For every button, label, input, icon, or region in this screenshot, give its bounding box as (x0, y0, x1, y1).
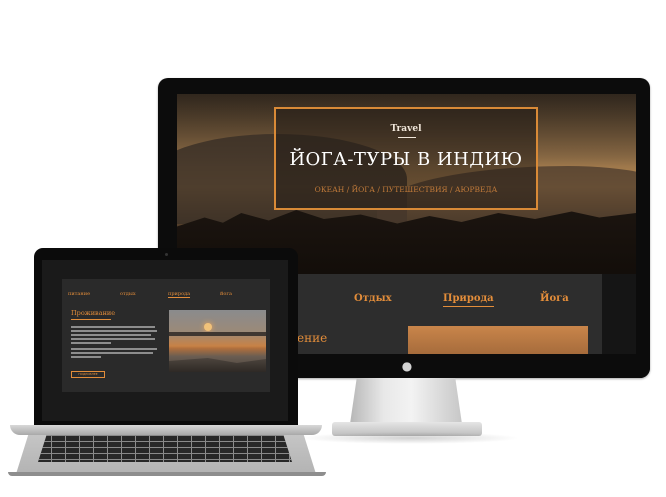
kicker-underline (398, 137, 416, 138)
laptop-front-edge (8, 472, 326, 476)
laptop-content-panel: питание отдых природа йога Проживание ПО… (62, 279, 270, 392)
nav-item-nature[interactable]: Природа (443, 293, 494, 307)
imac-shadow (300, 432, 520, 444)
camera-icon (165, 253, 168, 256)
nav-item-yoga[interactable]: Йога (540, 293, 569, 304)
body-text-line (71, 330, 157, 332)
laptop-hinge (10, 425, 322, 435)
laptop-screen: питание отдых природа йога Проживание ПО… (42, 260, 288, 421)
body-text-line (71, 352, 153, 354)
body-text-line (71, 342, 111, 344)
section-photo (408, 326, 588, 354)
body-text-line (71, 348, 157, 350)
hero-title-frame: Travel ЙОГА-ТУРЫ В ИНДИЮ ОКЕАН / ЙОГА / … (274, 107, 538, 210)
horizon-shape (169, 332, 266, 336)
hero-subtitle: ОКЕАН / ЙОГА / ПУТЕШЕСТВИЯ / АЮРВЕДА (314, 185, 498, 194)
nav-item-nature[interactable]: природа (168, 291, 191, 298)
section-heading: ение (297, 331, 328, 345)
body-text-line (71, 334, 151, 336)
sun-shape (204, 323, 212, 331)
nav-item-food[interactable]: питание (68, 291, 90, 297)
nav-item-rest[interactable]: Отдых (354, 293, 392, 304)
body-text-line (71, 338, 155, 340)
sunset-photo (169, 310, 266, 372)
body-text-line (71, 326, 155, 328)
imac-stand (350, 378, 462, 424)
hero-title: ЙОГА-ТУРЫ В ИНДИЮ (289, 149, 523, 170)
section-heading: Проживание (71, 309, 116, 317)
hero-kicker: Travel (390, 124, 422, 134)
hero-banner: Travel ЙОГА-ТУРЫ В ИНДИЮ ОКЕАН / ЙОГА / … (177, 94, 636, 279)
shore-shape (169, 358, 266, 372)
apple-logo-icon: ● (401, 359, 413, 373)
heading-underline (71, 319, 111, 320)
nav-item-yoga[interactable]: йога (220, 291, 232, 297)
body-text-line (71, 356, 101, 358)
more-button[interactable]: ПОДРОБНЕЕ (71, 371, 105, 378)
nav-item-rest[interactable]: отдых (120, 291, 136, 297)
